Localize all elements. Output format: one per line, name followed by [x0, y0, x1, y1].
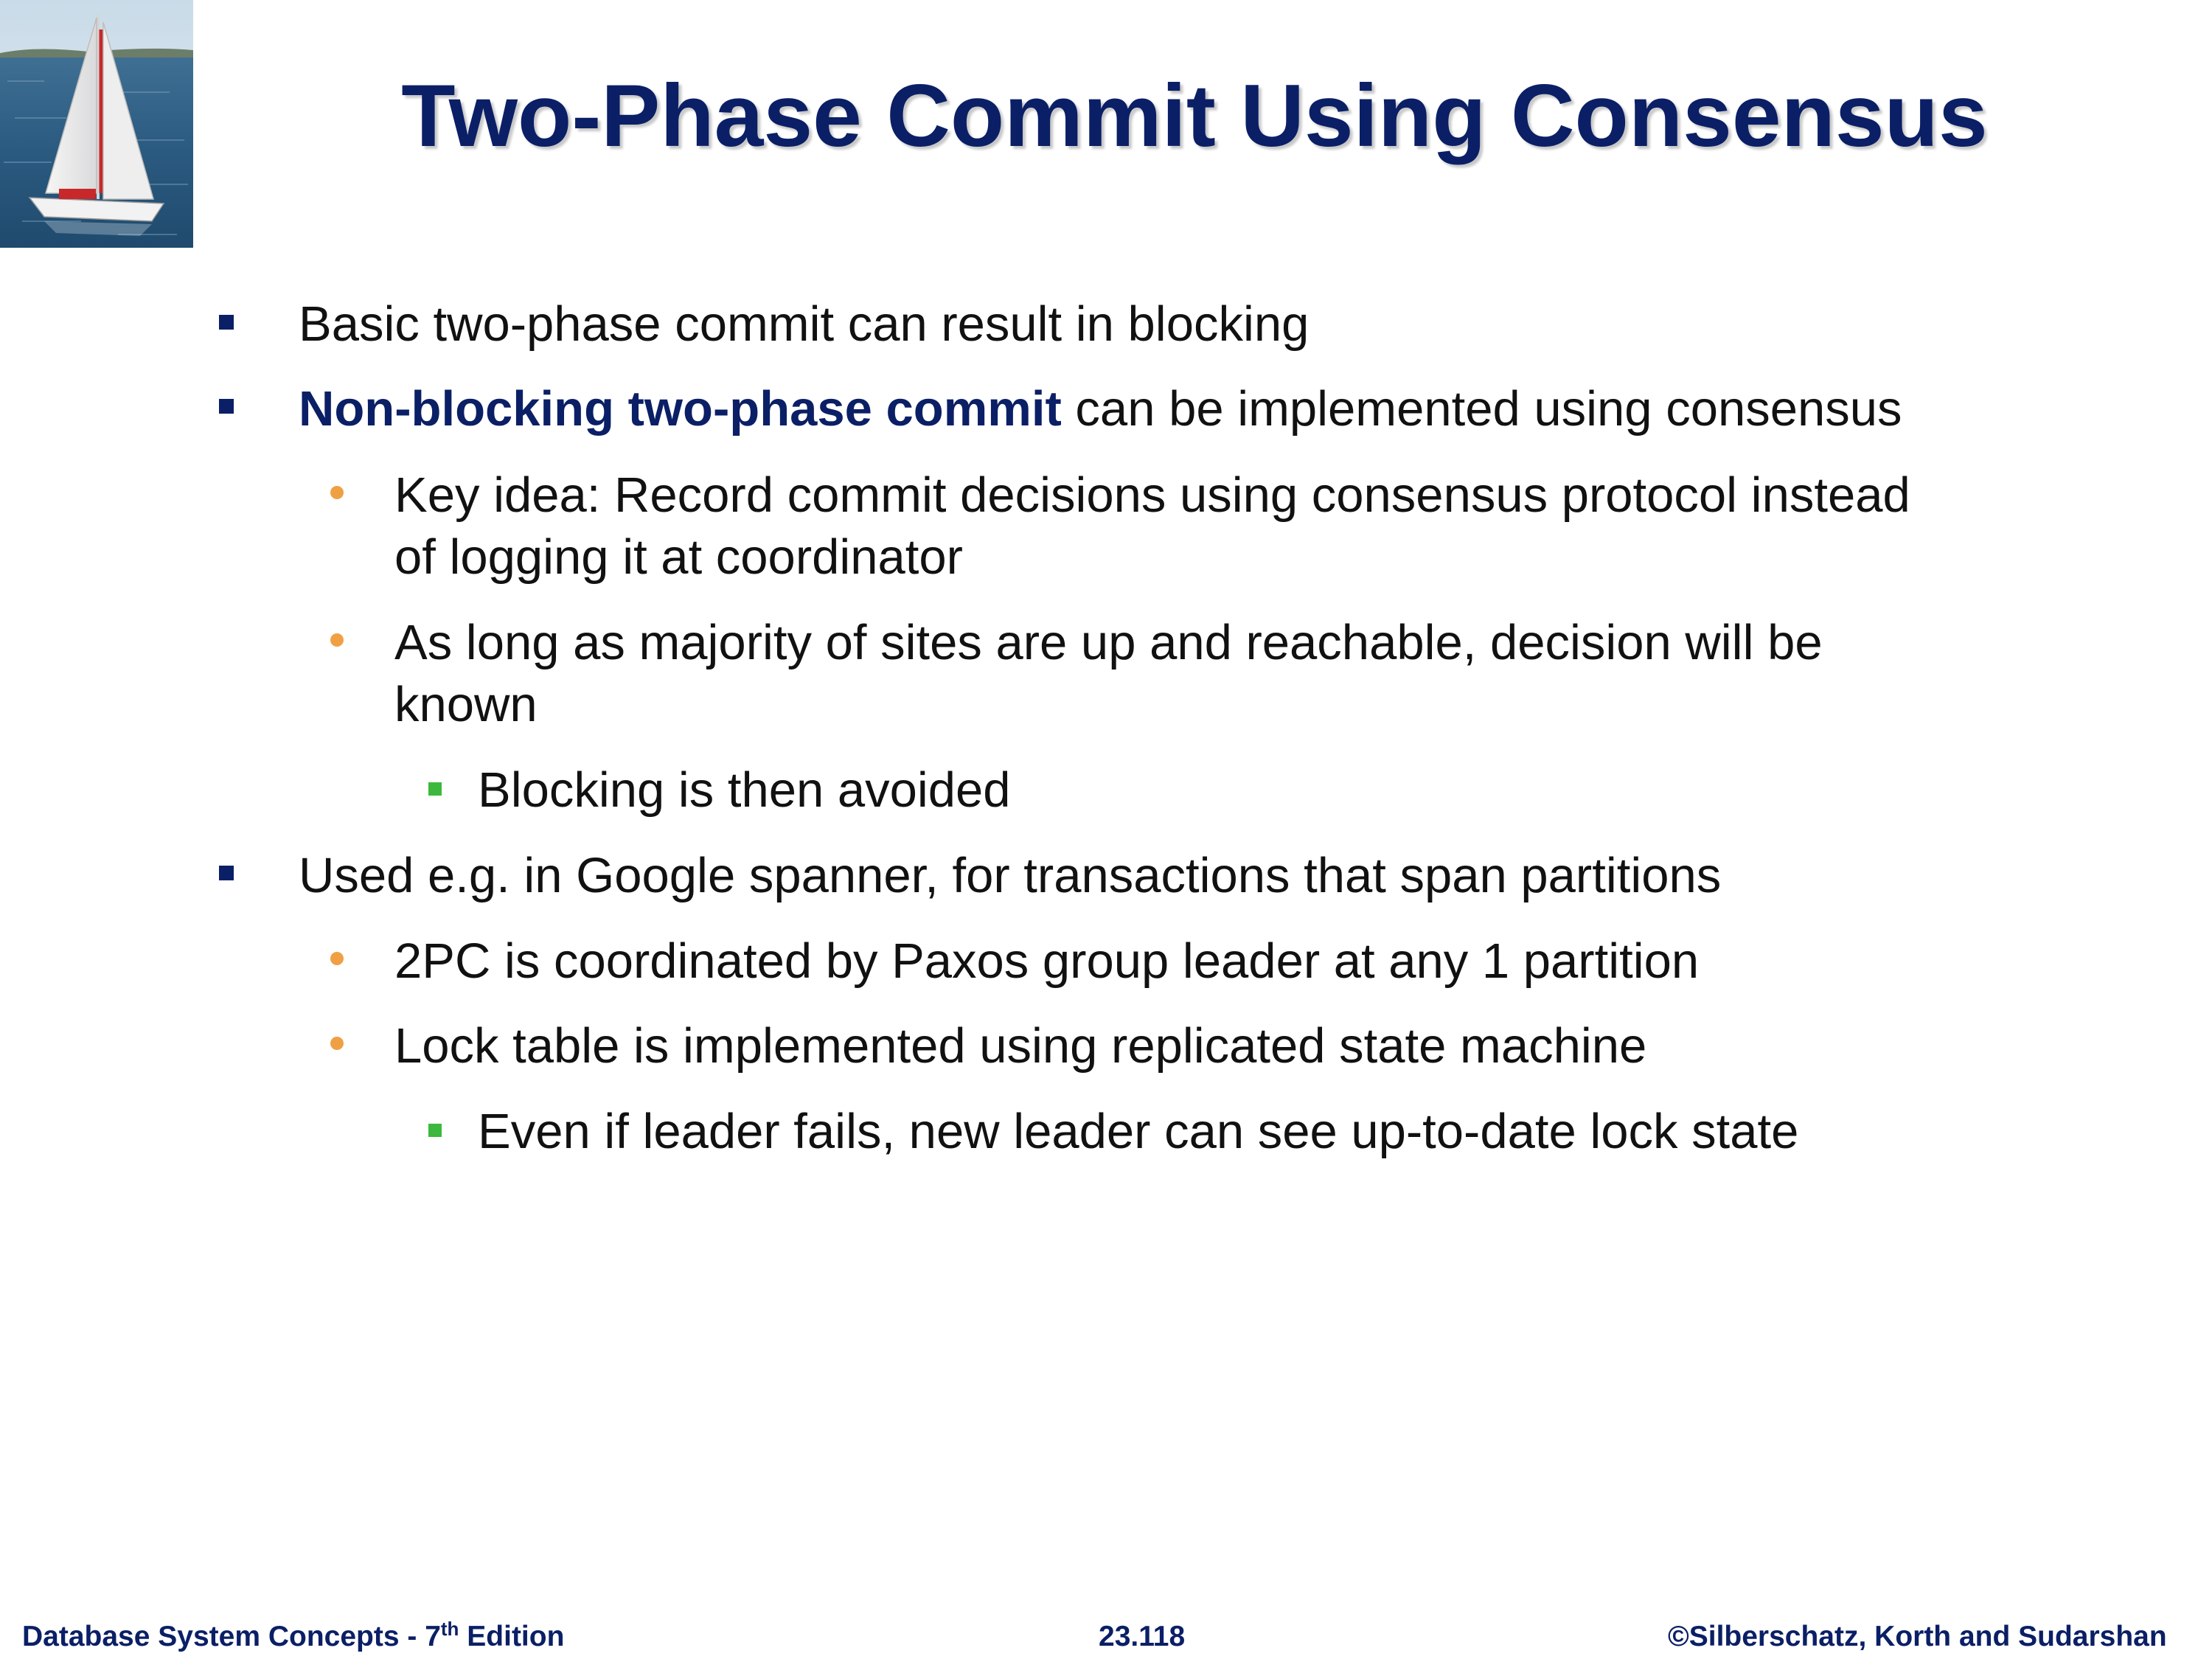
level1-bullet-icon: [219, 866, 234, 880]
level1-bullet-icon: [219, 315, 234, 330]
bullet-item: Lock table is implemented using replicat…: [394, 1018, 1647, 1074]
bullet-item: Even if leader fails, new leader can see…: [478, 1104, 1799, 1159]
bullet-text: can be implemented using consensus: [1061, 381, 1902, 437]
level3-bullet-icon: [428, 1124, 442, 1137]
bullet-item: Used e.g. in Google spanner, for transac…: [299, 848, 1722, 903]
footer-book-sup: th: [440, 1618, 459, 1640]
bullet-item: Blocking is then avoided: [478, 762, 1011, 818]
bullet-item-line: of logging it at coordinator: [394, 529, 963, 585]
level2-bullet-icon: [330, 486, 344, 499]
level3-bullet-icon: [428, 782, 442, 796]
bullet-item-line: Key idea: Record commit decisions using …: [394, 467, 1910, 523]
bullet-item: 2PC is coordinated by Paxos group leader…: [394, 933, 1700, 989]
footer-copyright: ©Silberschatz, Korth and Sudarshan: [1668, 1621, 2167, 1652]
footer-page-number: 23.118: [1099, 1621, 1186, 1652]
footer-book-suffix: Edition: [459, 1621, 565, 1652]
bullet-item-line: As long as majority of sites are up and …: [394, 615, 1823, 670]
bullet-item: Non-blocking two-phase commit can be imp…: [299, 378, 1902, 440]
level2-bullet-icon: [330, 952, 344, 965]
level2-bullet-icon: [330, 1037, 344, 1050]
level2-bullet-icon: [330, 633, 344, 647]
footer-book-title: Database System Concepts - 7th Edition: [22, 1619, 564, 1655]
sailboat-icon: [0, 0, 193, 248]
slide-title: Two-Phase Commit Using Consensus: [401, 66, 1988, 165]
bullet-emphasis: Non-blocking two-phase commit: [299, 381, 1062, 437]
footer-book-prefix: Database System Concepts - 7: [22, 1621, 441, 1652]
bullet-item: Basic two-phase commit can result in blo…: [299, 296, 1310, 352]
sailboat-image: [0, 0, 193, 248]
bullet-item-line: known: [394, 677, 538, 732]
level1-bullet-icon: [219, 399, 234, 414]
